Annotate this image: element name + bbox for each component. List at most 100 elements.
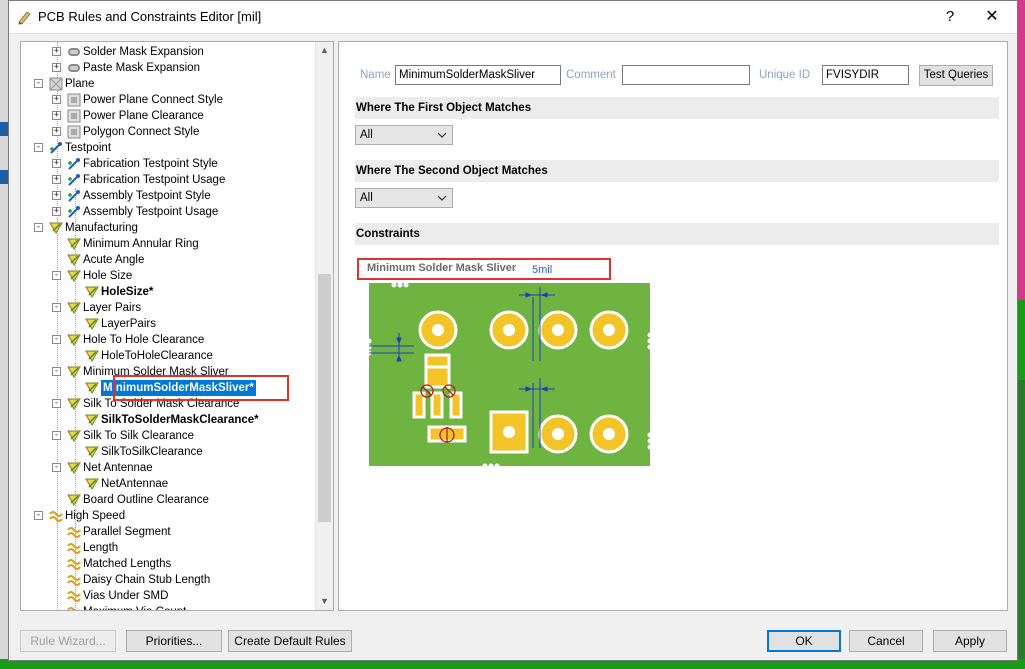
- expand-icon[interactable]: +: [52, 111, 61, 120]
- tree-item[interactable]: Length: [21, 540, 317, 556]
- tree-item-label: Power Plane Connect Style: [83, 94, 223, 106]
- expand-icon[interactable]: +: [52, 191, 61, 200]
- priorities-button[interactable]: Priorities...: [126, 630, 222, 652]
- tree-item-label: Silk To Silk Clearance: [83, 430, 195, 442]
- cancel-button[interactable]: Cancel: [849, 630, 923, 652]
- expand-icon[interactable]: +: [52, 159, 61, 168]
- plane-category-icon: [49, 77, 63, 91]
- tree-item[interactable]: Parallel Segment: [21, 524, 317, 540]
- tree-item[interactable]: Daisy Chain Stub Length: [21, 572, 317, 588]
- highspeed-category-icon: [49, 511, 63, 522]
- second-match-dropdown[interactable]: All: [355, 188, 453, 208]
- tree-item[interactable]: - Manufacturing: [21, 220, 317, 236]
- tree-vertical-scrollbar[interactable]: ▲ ▼: [315, 42, 333, 610]
- tree-item[interactable]: - Layer Pairs: [21, 300, 317, 316]
- manufacturing-rule-icon: [67, 254, 81, 266]
- collapse-icon[interactable]: -: [52, 303, 61, 312]
- ok-button[interactable]: OK: [767, 630, 841, 652]
- scroll-up-icon[interactable]: ▲: [316, 42, 333, 59]
- rule-instance-icon: [85, 478, 99, 490]
- tree-item[interactable]: - Hole Size: [21, 268, 317, 284]
- tree-item[interactable]: - Net Antennae: [21, 460, 317, 476]
- tree-item[interactable]: MinimumSolderMaskSliver*: [21, 380, 317, 396]
- tree-item[interactable]: - Hole To Hole Clearance: [21, 332, 317, 348]
- collapse-icon[interactable]: -: [52, 399, 61, 408]
- constraint-value[interactable]: 5mil: [532, 264, 552, 276]
- testpoint-rule-icon: [68, 174, 80, 186]
- tree-item[interactable]: HoleToHoleClearance: [21, 348, 317, 364]
- collapse-icon[interactable]: -: [34, 511, 43, 520]
- tree-item-label: Minimum Annular Ring: [83, 238, 199, 250]
- expand-icon[interactable]: +: [52, 47, 61, 56]
- tree-item[interactable]: + Paste Mask Expansion: [21, 60, 317, 76]
- scroll-down-icon[interactable]: ▼: [316, 593, 333, 610]
- tree-item[interactable]: Minimum Annular Ring: [21, 236, 317, 252]
- tree-item[interactable]: Matched Lengths: [21, 556, 317, 572]
- tree-item[interactable]: + Fabrication Testpoint Style: [21, 156, 317, 172]
- test-queries-button[interactable]: Test Queries: [919, 65, 993, 86]
- rule-wizard-button[interactable]: Rule Wizard...: [20, 630, 116, 652]
- tree-item-label: Minimum Solder Mask Sliver: [83, 366, 229, 378]
- rules-editor-dialog: PCB Rules and Constraints Editor [mil] ?…: [8, 0, 1018, 661]
- tree-item[interactable]: NetAntennae: [21, 476, 317, 492]
- collapse-icon[interactable]: -: [34, 223, 43, 232]
- first-match-dropdown[interactable]: All: [355, 125, 453, 145]
- name-field[interactable]: MinimumSolderMaskSliver: [395, 65, 561, 85]
- tree-item[interactable]: + Assembly Testpoint Usage: [21, 204, 317, 220]
- tree-item[interactable]: - Plane: [21, 76, 317, 92]
- plane-rule-icon: [67, 125, 81, 139]
- plane-rule-icon: [67, 93, 81, 107]
- tree-item[interactable]: + Power Plane Clearance: [21, 108, 317, 124]
- expand-icon[interactable]: +: [52, 127, 61, 136]
- tree-item[interactable]: - Testpoint: [21, 140, 317, 156]
- tree-item[interactable]: - Silk To Silk Clearance: [21, 428, 317, 444]
- tree-item-label: NetAntennae: [101, 478, 169, 490]
- tree-item-label: Assembly Testpoint Style: [83, 190, 211, 202]
- collapse-icon[interactable]: -: [52, 335, 61, 344]
- tree-item[interactable]: - Minimum Solder Mask Sliver: [21, 364, 317, 380]
- tree-item[interactable]: SilkToSilkClearance: [21, 444, 317, 460]
- tree-item[interactable]: Vias Under SMD: [21, 588, 317, 604]
- tree-item[interactable]: Board Outline Clearance: [21, 492, 317, 508]
- collapse-icon[interactable]: -: [34, 143, 43, 152]
- help-button[interactable]: ?: [938, 6, 962, 28]
- expand-icon[interactable]: +: [52, 175, 61, 184]
- testpoint-rule-icon: [68, 206, 80, 218]
- tree-item[interactable]: + Fabrication Testpoint Usage: [21, 172, 317, 188]
- collapse-icon[interactable]: -: [34, 79, 43, 88]
- testpoint-rule-icon: [68, 158, 80, 170]
- rule-tree: + Solder Mask Expansion + Paste Mask Expans…: [21, 42, 317, 610]
- tree-item[interactable]: LayerPairs: [21, 316, 317, 332]
- tree-item[interactable]: + Solder Mask Expansion: [21, 44, 317, 60]
- expand-icon[interactable]: +: [52, 95, 61, 104]
- tree-item-label: Paste Mask Expansion: [83, 62, 200, 74]
- tree-item[interactable]: - High Speed: [21, 508, 317, 524]
- tree-item[interactable]: + Power Plane Connect Style: [21, 92, 317, 108]
- scroll-thumb[interactable]: [318, 274, 331, 522]
- collapse-icon[interactable]: -: [52, 271, 61, 280]
- highspeed-rule-icon: [67, 543, 81, 554]
- comment-field[interactable]: [622, 65, 750, 85]
- expand-icon[interactable]: +: [52, 63, 61, 72]
- tree-item[interactable]: + Assembly Testpoint Style: [21, 188, 317, 204]
- tree-item-label: Parallel Segment: [83, 526, 171, 538]
- collapse-icon[interactable]: -: [52, 463, 61, 472]
- tree-item[interactable]: Acute Angle: [21, 252, 317, 268]
- tree-item[interactable]: Maximum Via Count: [21, 604, 317, 610]
- rule-instance-icon: [85, 446, 99, 458]
- tree-item[interactable]: SilkToSolderMaskClearance*: [21, 412, 317, 428]
- tree-item[interactable]: - Silk To Solder Mask Clearance: [21, 396, 317, 412]
- unique-id-field[interactable]: FVISYDIR: [822, 65, 909, 85]
- tree-item[interactable]: HoleSize*: [21, 284, 317, 300]
- collapse-icon[interactable]: -: [52, 367, 61, 376]
- highspeed-rule-icon: [67, 575, 81, 586]
- create-default-rules-button[interactable]: Create Default Rules: [228, 630, 352, 652]
- collapse-icon[interactable]: -: [52, 431, 61, 440]
- comment-label: Comment: [566, 69, 616, 81]
- chevron-down-icon: [438, 195, 446, 201]
- tree-item[interactable]: + Polygon Connect Style: [21, 124, 317, 140]
- expand-icon[interactable]: +: [52, 207, 61, 216]
- tree-item-label: Testpoint: [65, 142, 112, 154]
- close-button[interactable]: ✕: [977, 6, 1007, 28]
- apply-button[interactable]: Apply: [933, 630, 1007, 652]
